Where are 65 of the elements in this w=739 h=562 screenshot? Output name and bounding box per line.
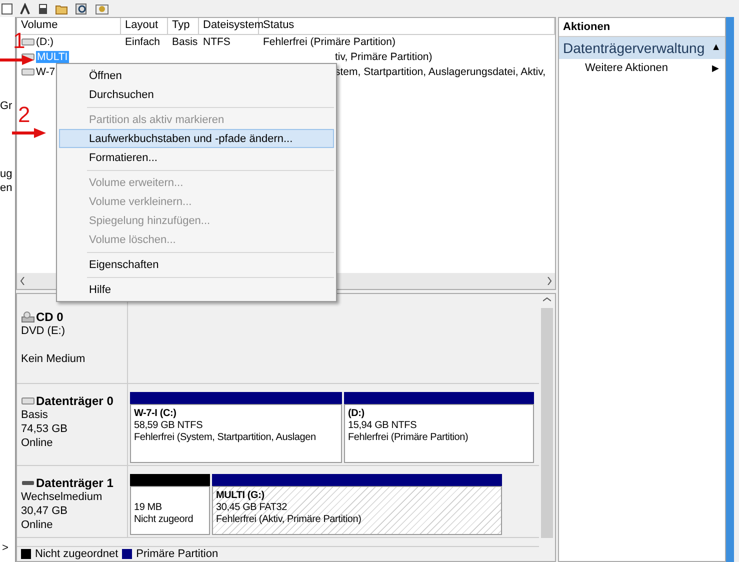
drive-icon xyxy=(21,68,35,76)
partition-status: Fehlerfrei (Aktiv, Primäre Partition) xyxy=(216,514,362,526)
legend-label: Primäre Partition xyxy=(136,547,218,561)
disk-info: Online xyxy=(21,518,54,532)
table-cell: (D:) xyxy=(36,36,54,48)
cd-drive-icon xyxy=(21,311,35,323)
menu-item[interactable]: Durchsuchen xyxy=(59,85,334,104)
table-cell: Einfach xyxy=(125,36,160,48)
disk-name: Datenträger 0 xyxy=(36,394,114,408)
table-cell: W-7 xyxy=(36,66,56,78)
column-header[interactable]: Volume xyxy=(17,18,121,34)
disk-info: Kein Medium xyxy=(21,352,86,366)
partition-title: W-7-I (C:) xyxy=(134,408,178,420)
folder-icon[interactable] xyxy=(55,2,69,14)
menu-item[interactable]: Eigenschaften xyxy=(59,255,334,274)
partition-size: 15,94 GB NTFS xyxy=(348,420,418,432)
menu-item[interactable]: Öffnen xyxy=(59,66,334,85)
partition-status: Nicht zugeord xyxy=(134,514,194,526)
table-cell: NTFS xyxy=(203,36,230,48)
menu-item[interactable]: Formatieren... xyxy=(59,148,334,167)
partition-size: 58,59 GB NTFS xyxy=(134,420,204,432)
drive-icon xyxy=(21,479,35,487)
drive-icon xyxy=(21,397,35,405)
legend-label: Nicht zugeordnet xyxy=(35,547,118,561)
partition-block[interactable]: W-7-I (C:) 58,59 GB NTFS Fehlerfrei (System, Startpartition, Auslagen xyxy=(130,404,342,463)
document-icon[interactable] xyxy=(37,2,49,14)
scroll-right-icon[interactable] xyxy=(547,277,552,285)
panel-text: ug xyxy=(0,167,12,181)
arrow-icon xyxy=(0,55,34,65)
menu-item[interactable]: Hilfe xyxy=(59,280,334,299)
toolbar-icon[interactable] xyxy=(1,2,13,14)
partition-size: 30,45 GB FAT32 xyxy=(216,502,288,514)
partition-block[interactable]: (D:) 15,94 GB NTFS Fehlerfrei (Primäre Partition) xyxy=(344,404,534,463)
table-cell: Basis xyxy=(172,36,198,48)
table-cell: Fehlerfrei (Primäre Partition) xyxy=(263,36,396,48)
partition-title: MULTI (G:) xyxy=(216,490,266,502)
section-header[interactable]: Datenträgerverwaltung ▲ xyxy=(559,37,725,59)
disk-info: Basis xyxy=(21,408,49,422)
column-header[interactable]: Layout xyxy=(121,18,168,34)
disk-info: Wechselmedium xyxy=(21,490,104,504)
partition-status: Fehlerfrei (Primäre Partition) xyxy=(348,432,470,444)
disk-info: 30,47 GB xyxy=(21,504,68,518)
table-cell: tiv, Primäre Partition) xyxy=(335,51,432,63)
panel-text: en xyxy=(0,181,12,195)
partition-size: 19 MB xyxy=(134,502,163,514)
arrow-icon xyxy=(12,128,46,138)
table-cell: MULTI xyxy=(36,51,69,63)
menu-item[interactable]: Laufwerkbuchstaben und -pfade ändern... xyxy=(59,129,334,148)
disk-name: CD 0 xyxy=(36,310,64,324)
partition-block[interactable]: 19 MB Nicht zugeord xyxy=(130,486,210,535)
disk-info: DVD (E:) xyxy=(21,324,66,338)
action-item[interactable]: Weitere Aktionen ▶ xyxy=(559,59,725,77)
partition-title: (D:) xyxy=(348,408,366,420)
disk-info: Online xyxy=(21,436,54,450)
disk-name: Datenträger 1 xyxy=(36,476,114,490)
partition-block[interactable]: MULTI (G:) 30,45 GB FAT32 Fehlerfrei (Aktiv, Primäre Partition) xyxy=(212,486,502,535)
disk-info: 74,53 GB xyxy=(21,422,68,436)
scroll-left-icon[interactable] xyxy=(20,277,25,285)
panel-text: Gr xyxy=(0,99,12,113)
vertical-scrollbar[interactable] xyxy=(539,294,555,538)
scroll-up-icon[interactable] xyxy=(543,297,551,302)
column-header[interactable]: Typ xyxy=(168,18,199,34)
nav-arrow[interactable]: > xyxy=(2,541,8,555)
partition-status: Fehlerfrei (System, Startpartition, Auslagen xyxy=(134,432,317,444)
annotation-number: 2 xyxy=(18,104,30,126)
